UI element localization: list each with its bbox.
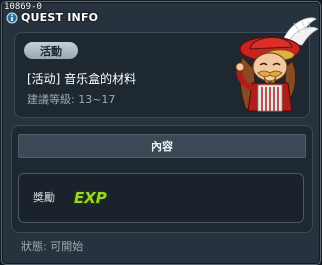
category-badge: 活動 bbox=[24, 42, 78, 59]
quest-content-panel: 內容 獎勵 EXP bbox=[11, 125, 313, 233]
reward-label: 獎勵 bbox=[33, 191, 55, 204]
quest-summary-panel: 活動 [活动] 音乐盒的材料 建議等級: 13~17 bbox=[14, 17, 318, 118]
window-title: QUEST INFO bbox=[21, 11, 99, 24]
quest-name: [活动] 音乐盒的材料 bbox=[27, 72, 137, 86]
exp-icon[interactable]: EXP bbox=[72, 185, 116, 209]
title-bar: QUEST INFO bbox=[6, 11, 98, 24]
exp-text: EXP bbox=[74, 189, 107, 207]
quest-info-icon bbox=[6, 12, 18, 23]
quest-status: 狀態: 可開始 bbox=[21, 240, 84, 253]
reward-box: 獎勵 EXP bbox=[18, 173, 304, 223]
content-header: 內容 bbox=[18, 134, 306, 158]
quest-info-window: 10869-0 QUEST INFO 活動 [活动] 音乐盒的材料 建議等級: … bbox=[1, 1, 321, 265]
jester-npc-portrait bbox=[235, 17, 318, 112]
recommended-level: 建議等級: 13~17 bbox=[27, 93, 116, 106]
